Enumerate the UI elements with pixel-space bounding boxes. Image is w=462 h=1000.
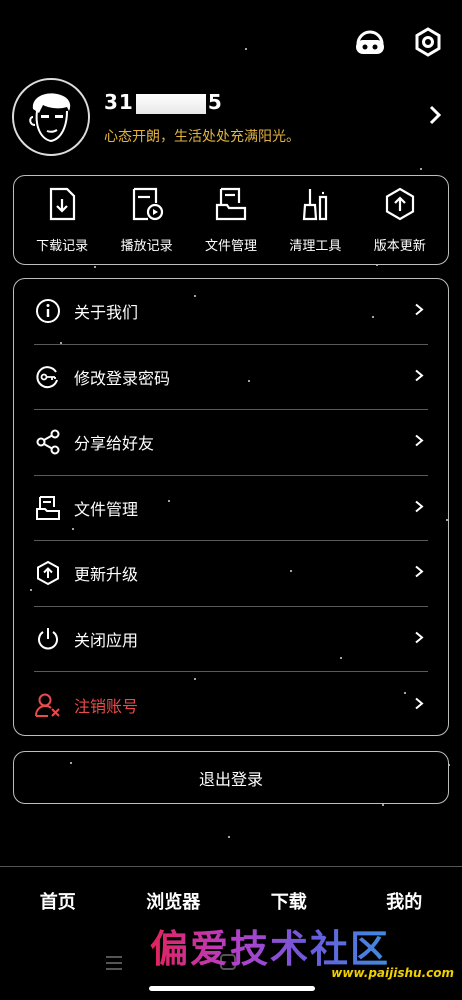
- menu-label: 文件管理: [74, 499, 139, 519]
- menu-item-close-app[interactable]: 关闭应用: [34, 607, 428, 672]
- quick-action-label: 下载记录: [36, 238, 89, 254]
- chevron-right-icon: [414, 433, 424, 452]
- user-remove-icon: [34, 691, 62, 719]
- quick-file-manager[interactable]: 文件管理: [190, 187, 272, 254]
- quick-action-label: 清理工具: [289, 238, 342, 254]
- watermark-url: www.paijishu.com: [331, 966, 454, 980]
- key-icon: [34, 363, 62, 391]
- info-icon: [34, 297, 62, 325]
- tab-home[interactable]: 首页: [8, 888, 108, 914]
- home-indicator[interactable]: [149, 986, 315, 991]
- menu-item-upgrade[interactable]: 更新升级: [34, 541, 428, 607]
- menu-label: 关于我们: [74, 303, 139, 323]
- tab-mine[interactable]: 我的: [354, 888, 454, 914]
- menu-item-share[interactable]: 分享给好友: [34, 410, 428, 476]
- chevron-right-icon: [414, 498, 424, 517]
- update-icon: [383, 187, 417, 225]
- menu-item-about[interactable]: 关于我们: [34, 279, 428, 345]
- quick-action-label: 文件管理: [204, 238, 257, 254]
- upgrade-icon: [34, 559, 62, 587]
- file-manager-icon: [215, 187, 247, 225]
- download-file-icon: [47, 187, 77, 225]
- settings-icon[interactable]: [408, 24, 448, 60]
- logout-label: 退出登录: [198, 769, 263, 789]
- tab-download[interactable]: 下载: [239, 888, 339, 914]
- chevron-right-icon: [414, 302, 424, 321]
- username-mask: [135, 93, 206, 114]
- quick-actions: 下载记录 播放记录 文件管理 清理工具 版本更新: [13, 175, 449, 265]
- broom-icon: [300, 187, 330, 225]
- play-history-icon: [130, 187, 164, 225]
- chevron-right-icon: [414, 629, 424, 648]
- quick-clean-tool[interactable]: 清理工具: [274, 187, 356, 254]
- share-icon: [34, 428, 62, 456]
- quick-play-history[interactable]: 播放记录: [106, 187, 188, 254]
- logout-button[interactable]: 退出登录: [13, 751, 449, 804]
- username-prefix: 31: [104, 90, 134, 114]
- quick-version-update[interactable]: 版本更新: [359, 187, 441, 254]
- chevron-right-icon: [414, 695, 424, 714]
- avatar[interactable]: [12, 78, 90, 156]
- username: 31 5: [104, 90, 223, 114]
- quick-action-label: 版本更新: [373, 238, 426, 254]
- menu-item-change-password[interactable]: 修改登录密码: [34, 345, 428, 410]
- quick-download-history[interactable]: 下载记录: [21, 187, 103, 254]
- bottom-divider: [0, 866, 462, 867]
- chevron-right-icon[interactable]: [428, 104, 442, 130]
- menu-label: 修改登录密码: [74, 368, 171, 388]
- bottom-nav: 首页 浏览器 下载 我的: [0, 884, 462, 918]
- username-suffix: 5: [207, 90, 223, 114]
- quick-action-label: 播放记录: [120, 238, 173, 254]
- chevron-right-icon: [414, 367, 424, 386]
- menu-item-file-manager[interactable]: 文件管理: [34, 476, 428, 541]
- settings-menu: 关于我们 修改登录密码 分享给好友 文件管理 更新升级 关闭应用 注销账号: [13, 278, 449, 736]
- tab-browser[interactable]: 浏览器: [123, 888, 223, 914]
- support-icon[interactable]: [350, 24, 390, 60]
- menu-label: 关闭应用: [74, 630, 139, 650]
- chevron-right-icon: [414, 564, 424, 583]
- menu-label: 分享给好友: [74, 434, 155, 454]
- header-actions: [350, 24, 448, 60]
- file-manager-icon: [34, 494, 62, 522]
- menu-label: 更新升级: [74, 565, 139, 585]
- profile-motto: 心态开朗，生活处处充满阳光。: [104, 129, 300, 145]
- menu-item-delete-account[interactable]: 注销账号: [34, 672, 428, 738]
- menu-icon[interactable]: [104, 954, 124, 976]
- profile-header[interactable]: 31 5 心态开朗，生活处处充满阳光。: [12, 78, 452, 158]
- watermark-logo: 偏爱技术社区: [150, 918, 390, 973]
- power-icon: [34, 625, 62, 653]
- menu-label: 注销账号: [74, 696, 139, 716]
